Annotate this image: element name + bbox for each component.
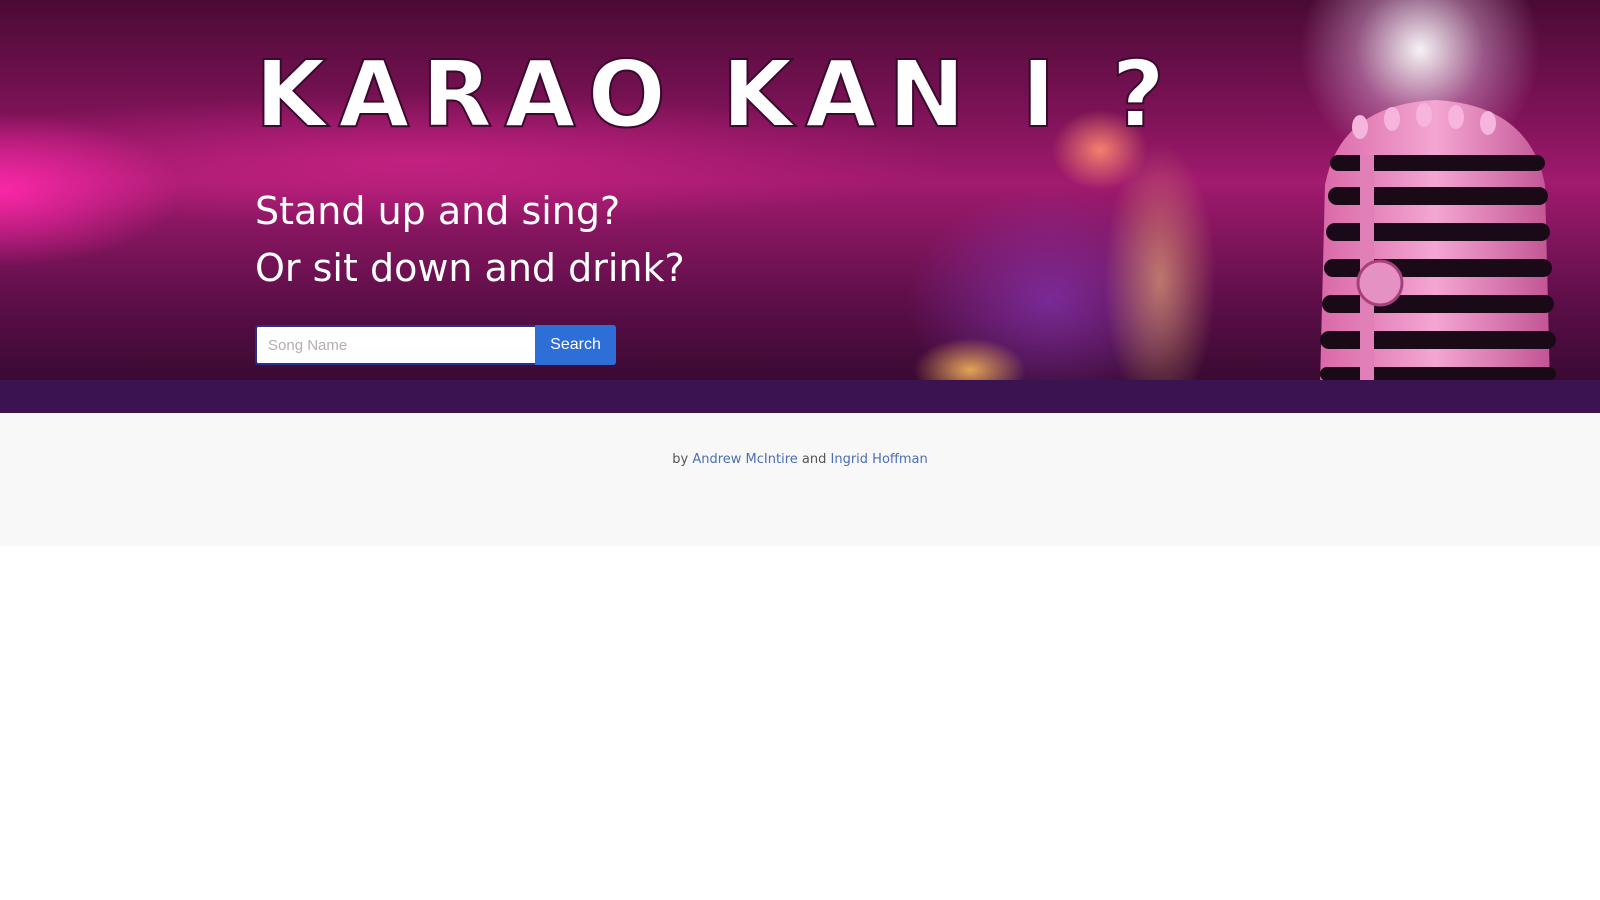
tagline: Stand up and sing? Or sit down and drink… (255, 183, 1155, 297)
author-link-andrew[interactable]: Andrew McIntire (692, 452, 797, 467)
search-form: Search (255, 325, 1155, 365)
site-title: KARAO KAN I ? (254, 41, 1177, 148)
credits-prefix: by (672, 452, 689, 467)
author-link-ingrid[interactable]: Ingrid Hoffman (831, 452, 928, 467)
tagline-line-1: Stand up and sing? (255, 189, 621, 233)
credits-joiner: and (801, 452, 827, 467)
hero-banner: KARAO KAN I ? Stand up and sing? Or sit … (0, 0, 1600, 380)
microphone-image (1320, 100, 1556, 380)
footer: by Andrew McIntire and Ingrid Hoffman (0, 413, 1600, 546)
credits: by Andrew McIntire and Ingrid Hoffman (0, 452, 1600, 467)
search-button[interactable]: Search (535, 325, 616, 365)
tagline-line-2: Or sit down and drink? (255, 246, 685, 290)
hero-content: KARAO KAN I ? Stand up and sing? Or sit … (254, 41, 1177, 365)
hero-bottom-band (0, 380, 1600, 413)
song-name-input[interactable] (255, 325, 535, 365)
